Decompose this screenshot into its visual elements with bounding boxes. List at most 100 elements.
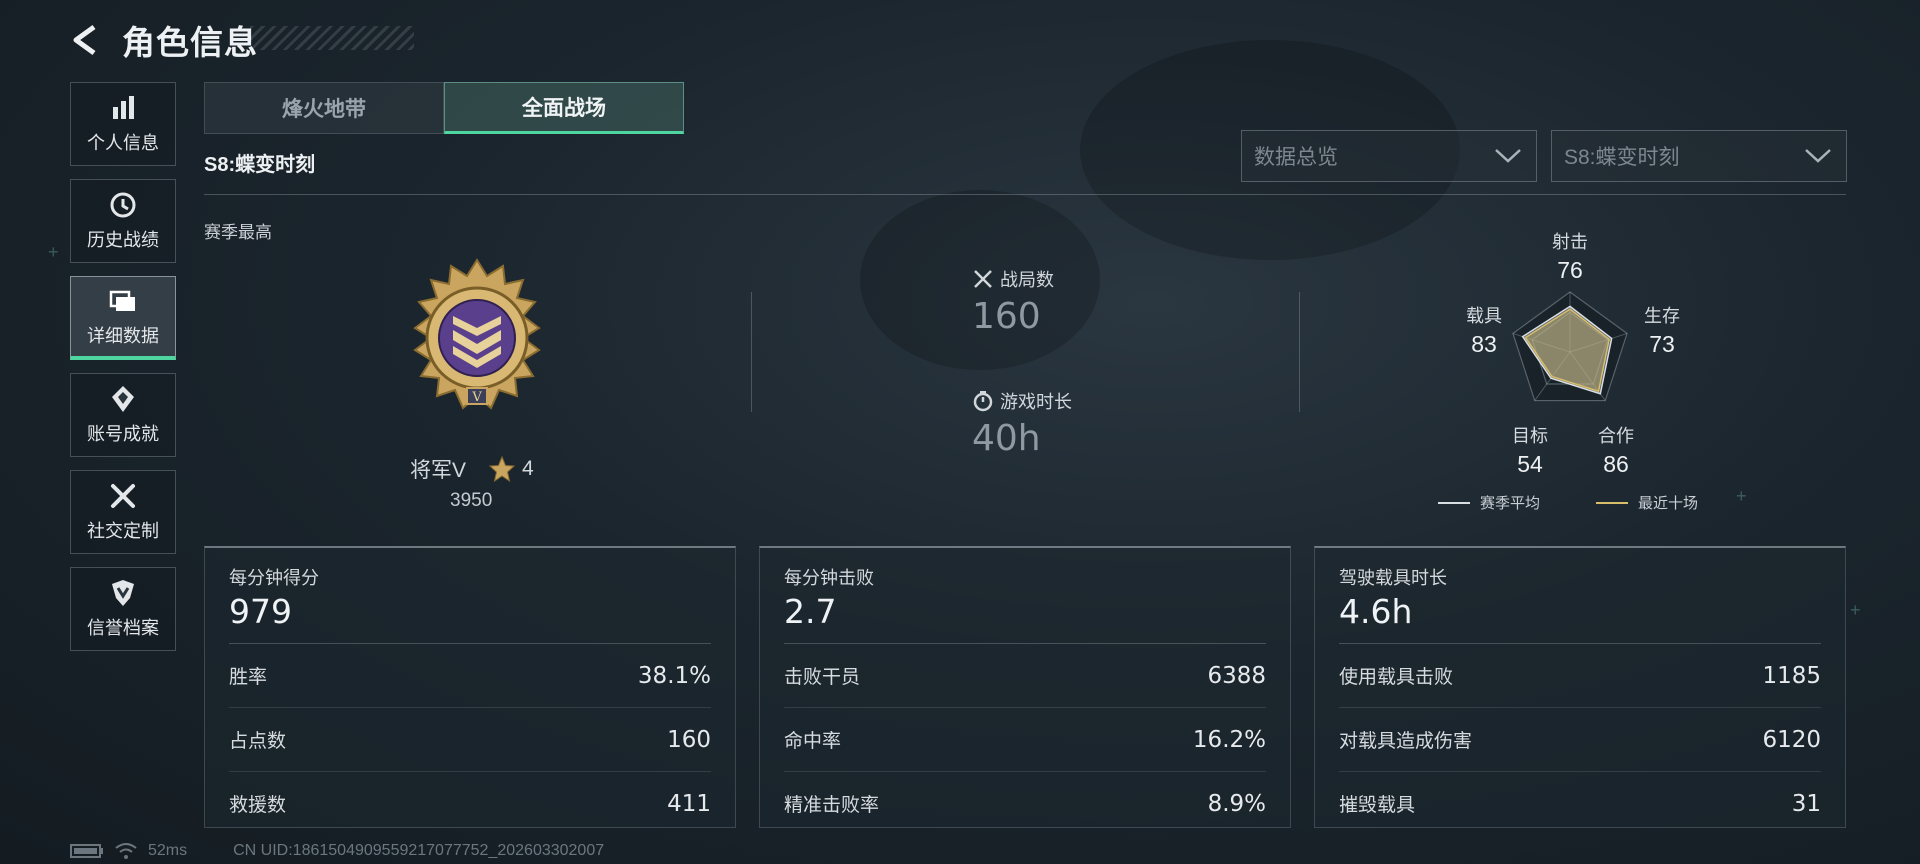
vertical-divider — [751, 292, 752, 412]
stat-label: 胜率 — [229, 667, 268, 688]
card-title: 每分钟得分 — [229, 568, 319, 588]
credit-shield-icon — [112, 580, 134, 606]
stat-row: 击败干员 6388 — [784, 644, 1266, 708]
legend-season-average: 赛季平均 — [1480, 495, 1541, 512]
card-title: 每分钟击败 — [784, 568, 874, 588]
rank-stars: 4 — [522, 457, 534, 480]
matches-label: 战局数 — [1000, 270, 1054, 290]
sidebar-item-label: 信誉档案 — [87, 618, 159, 638]
sidebar-item-label: 历史战绩 — [87, 230, 159, 250]
stat-card-vehicle: 驾驶载具时长 4.6h 使用载具击败 1185 对载具造成伤害 6120 摧毁载具 3… — [1314, 546, 1846, 828]
stat-value: 6388 — [1207, 662, 1266, 689]
folder-icon — [109, 290, 135, 311]
stat-row: 精准击败率 8.9% — [784, 772, 1266, 835]
legend-swatch-recent — [1596, 501, 1629, 504]
matches-value: 160 — [972, 296, 1041, 337]
decor-cross: + — [48, 242, 59, 262]
rank-badge-icon: V — [413, 258, 541, 410]
sidebar-item-label: 社交定制 — [87, 521, 159, 541]
stat-value: 411 — [667, 790, 711, 817]
stat-value: 6120 — [1762, 726, 1821, 753]
stat-label: 击败干员 — [784, 667, 861, 688]
sidebar-item-history[interactable]: 历史战绩 — [70, 179, 176, 263]
uid-text: CN UID:1861504909559217077752_2026033020… — [233, 842, 605, 859]
season-dropdown[interactable]: S8:蝶变时刻 — [1551, 130, 1847, 182]
card-main-value: 979 — [229, 592, 292, 631]
stat-label: 摧毁载具 — [1339, 795, 1416, 816]
chevron-down-icon — [1495, 149, 1521, 163]
playtime-label: 游戏时长 — [1000, 392, 1072, 412]
playtime-value: 40h — [972, 418, 1041, 459]
stat-label: 救援数 — [229, 795, 287, 816]
radar-axis-value: 86 — [1603, 451, 1629, 477]
radar-axis-label: 射击 — [1552, 232, 1588, 252]
tools-icon — [111, 484, 135, 508]
overview-dropdown[interactable]: 数据总览 — [1241, 130, 1537, 182]
dropdown-value: 数据总览 — [1254, 146, 1338, 169]
back-arrow-icon[interactable] — [70, 23, 104, 57]
sidebar-item-label: 详细数据 — [87, 325, 159, 346]
matches-stat: 战局数 160 — [972, 266, 1054, 337]
sidebar-item-social-custom[interactable]: 社交定制 — [70, 470, 176, 554]
stat-row: 命中率 16.2% — [784, 708, 1266, 772]
stat-row: 胜率 38.1% — [229, 644, 711, 708]
stat-value: 38.1% — [637, 662, 711, 689]
season-title: S8:蝶变时刻 — [204, 154, 316, 176]
radar-axis-value: 73 — [1649, 331, 1675, 357]
sidebar-item-credit-record[interactable]: 信誉档案 — [70, 567, 176, 651]
page-header: 角色信息 — [70, 18, 258, 62]
radar-axis-label: 生存 — [1644, 306, 1680, 326]
sidebar-item-label: 账号成就 — [87, 424, 159, 444]
card-main-value: 2.7 — [784, 592, 837, 631]
stat-value: 1185 — [1762, 662, 1821, 689]
battery-icon — [70, 844, 103, 858]
radar-legend: 赛季平均 最近十场 — [1438, 492, 1698, 513]
rank-info: 将军V 4 — [410, 454, 534, 484]
tab-full-battlefield[interactable]: 全面战场 — [444, 82, 684, 134]
ping-value: 52ms — [148, 842, 188, 859]
card-title: 驾驶载具时长 — [1339, 568, 1447, 588]
wifi-icon — [115, 843, 137, 859]
radar-axis-label: 目标 — [1512, 426, 1548, 446]
radar-axis-value: 54 — [1517, 451, 1543, 477]
status-footer: 52ms CN UID:1861504909559217077752_20260… — [70, 842, 604, 860]
bar-chart-icon — [113, 96, 134, 119]
stat-row: 救援数 411 — [229, 772, 711, 835]
sidebar-item-label: 个人信息 — [87, 133, 159, 153]
playtime-stat: 游戏时长 40h — [972, 388, 1072, 459]
stat-value: 8.9% — [1207, 790, 1266, 817]
rank-name: 将军V — [410, 459, 467, 482]
decor-cross: + — [1850, 600, 1861, 620]
stat-row: 摧毁载具 31 — [1339, 772, 1821, 835]
radar-axis-label: 载具 — [1466, 306, 1502, 326]
stopwatch-icon — [973, 391, 993, 412]
ability-radar-chart: 射击 76 生存 73 合作 86 目标 54 载具 83 — [1466, 232, 1680, 477]
section-divider — [204, 194, 1846, 195]
legend-recent-ten: 最近十场 — [1638, 495, 1699, 512]
sidebar-nav: 个人信息 历史战绩 详细数据 账号成就 社交定制 信誉档案 — [70, 82, 178, 664]
stat-value: 160 — [667, 726, 711, 753]
page-title: 角色信息 — [122, 24, 258, 61]
vertical-divider — [1299, 292, 1300, 412]
stat-card-kills: 每分钟击败 2.7 击败干员 6388 命中率 16.2% 精准击败率 8.9% — [759, 546, 1291, 828]
achievement-icon — [112, 386, 134, 412]
stat-label: 对载具造成伤害 — [1339, 731, 1473, 752]
tab-beacon-zone[interactable]: 烽火地带 — [204, 82, 444, 134]
sidebar-item-detailed-data[interactable]: 详细数据 — [70, 276, 176, 360]
radar-axis-value: 76 — [1557, 257, 1583, 283]
rank-score: 3950 — [450, 490, 493, 511]
svg-text:V: V — [471, 390, 482, 405]
chevron-down-icon — [1805, 149, 1831, 163]
mode-tabs: 烽火地带 全面战场 — [204, 82, 684, 134]
sidebar-item-achievements[interactable]: 账号成就 — [70, 373, 176, 457]
sidebar-item-personal-info[interactable]: 个人信息 — [70, 82, 176, 166]
title-hatch-decoration — [250, 26, 414, 50]
star-icon — [488, 455, 516, 483]
radar-axis-value: 83 — [1471, 331, 1497, 357]
stat-label: 命中率 — [784, 731, 842, 752]
radar-axis-label: 合作 — [1598, 426, 1634, 446]
stat-row: 使用载具击败 1185 — [1339, 644, 1821, 708]
dropdown-value: S8:蝶变时刻 — [1564, 146, 1680, 169]
stat-value: 16.2% — [1192, 726, 1266, 753]
stat-row: 对载具造成伤害 6120 — [1339, 708, 1821, 772]
